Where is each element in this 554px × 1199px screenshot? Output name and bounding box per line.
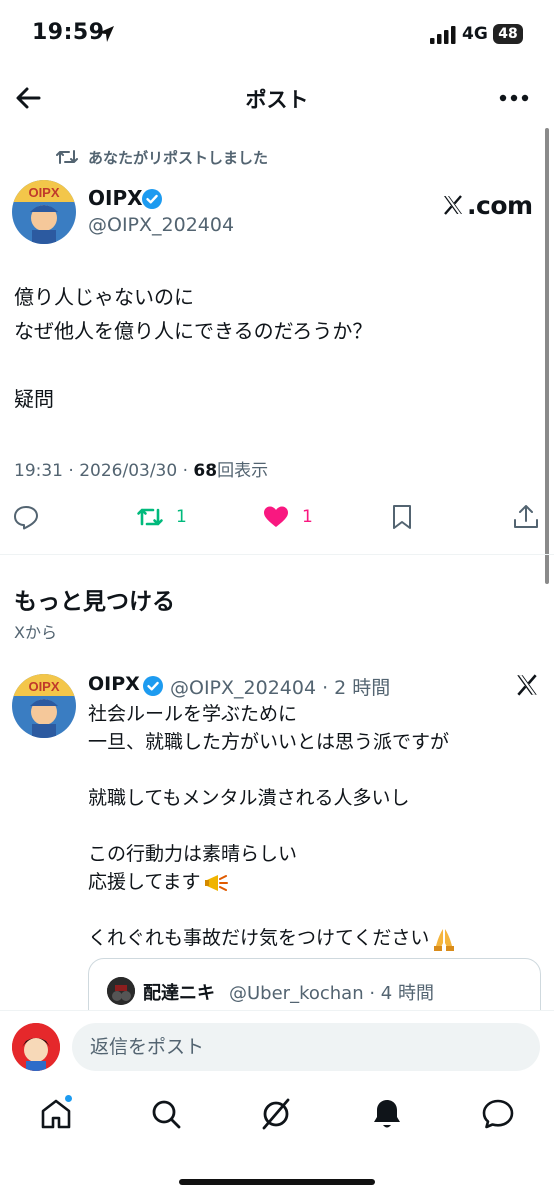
source-badge-text: . bbox=[467, 190, 477, 220]
divider bbox=[0, 554, 554, 555]
notifications-icon bbox=[374, 1100, 400, 1128]
feed-text-line: 一旦、就職した方がいいとは思う派ですが bbox=[88, 731, 450, 753]
tab-search[interactable] bbox=[148, 1096, 184, 1132]
feed-post-text: 社会ルールを学ぶために 一旦、就職した方がいいとは思う派ですが 就職してもメンタ… bbox=[88, 700, 528, 952]
share-button[interactable] bbox=[512, 500, 540, 534]
quoted-author-name: 配達ニキ bbox=[143, 983, 215, 1004]
tab-home[interactable] bbox=[38, 1094, 74, 1132]
grok-icon bbox=[262, 1098, 290, 1130]
repost-icon bbox=[56, 150, 78, 164]
feed-text-line: 社会ルールを学ぶために bbox=[88, 703, 298, 725]
like-button[interactable]: 1 bbox=[262, 500, 313, 534]
feed-text-line: くれぐれも事故だけ気をつけてください bbox=[88, 927, 430, 949]
heart-filled-icon bbox=[264, 506, 288, 527]
reply-composer: 返信をポスト bbox=[0, 1010, 554, 1080]
retweet-count: 1 bbox=[176, 507, 187, 527]
post-text-line: 億り人じゃないのに bbox=[14, 285, 194, 309]
discover-heading: もっと見つける bbox=[14, 589, 175, 615]
search-icon bbox=[152, 1100, 181, 1129]
bookmark-button[interactable] bbox=[388, 500, 416, 534]
author-avatar[interactable]: OIPX bbox=[12, 180, 76, 244]
network-type: 4G bbox=[462, 24, 488, 44]
retweet-icon bbox=[137, 508, 163, 526]
verified-badge-icon bbox=[142, 189, 162, 209]
tab-notifications[interactable] bbox=[369, 1096, 405, 1132]
x-logo-icon bbox=[517, 674, 537, 696]
post-actions: 1 1 bbox=[0, 500, 554, 534]
my-avatar[interactable] bbox=[12, 1023, 60, 1071]
svg-text:OIPX: OIPX bbox=[28, 679, 59, 694]
megaphone-emoji-icon bbox=[205, 874, 229, 891]
feed-author-name[interactable]: OIPX bbox=[88, 673, 140, 695]
new-content-dot bbox=[64, 1094, 73, 1103]
messages-icon bbox=[482, 1099, 514, 1129]
view-count-label: 回表示 bbox=[217, 461, 269, 481]
location-arrow-icon bbox=[98, 26, 114, 42]
source-badge: . com bbox=[441, 188, 533, 222]
reply-button[interactable] bbox=[12, 500, 40, 534]
feed-author-avatar[interactable]: OIPX bbox=[12, 674, 76, 738]
reply-input[interactable]: 返信をポスト bbox=[72, 1023, 540, 1071]
feed-author-handle-time[interactable]: @OIPX_202404 · 2 時間 bbox=[170, 673, 390, 700]
feed-text-line: 応援してます bbox=[88, 871, 201, 893]
post-timestamp: 19:31 · 2026/03/30 · bbox=[14, 461, 194, 481]
signal-icon bbox=[430, 26, 456, 44]
retweet-button[interactable]: 1 bbox=[136, 500, 187, 534]
bookmark-icon bbox=[393, 505, 411, 529]
repost-notice-text: あなたがリポストしました bbox=[88, 149, 269, 167]
view-count: 68 bbox=[193, 461, 218, 481]
status-time: 19:59 bbox=[32, 20, 105, 45]
more-options-icon[interactable] bbox=[498, 84, 530, 112]
share-icon bbox=[514, 505, 538, 528]
battery-indicator: 48 bbox=[493, 24, 523, 44]
discover-subheading: Xから bbox=[14, 623, 57, 642]
quoted-author-avatar bbox=[107, 977, 135, 1005]
home-indicator[interactable] bbox=[179, 1179, 375, 1185]
feed-text-line: 就職してもメンタル潰される人多いし bbox=[88, 787, 410, 809]
tab-messages[interactable] bbox=[480, 1096, 516, 1132]
verified-badge-icon bbox=[143, 676, 163, 696]
like-count: 1 bbox=[302, 507, 313, 527]
page-title: ポスト bbox=[245, 88, 309, 112]
reply-icon bbox=[14, 506, 38, 530]
quoted-author-handle-time: @Uber_kochan · 4 時間 bbox=[229, 983, 434, 1004]
post-text-line: なぜ他人を億り人にできるのだろうか？ bbox=[14, 319, 373, 343]
post-text: 億り人じゃないのに なぜ他人を億り人にできるのだろうか？ 疑問 bbox=[14, 280, 534, 416]
source-badge-domain: com bbox=[476, 190, 533, 220]
feed-text-line: この行動力は素晴らしい bbox=[88, 843, 298, 865]
folded-hands-emoji-icon bbox=[434, 928, 455, 951]
post-text-line: 疑問 bbox=[14, 387, 54, 411]
tab-grok[interactable] bbox=[258, 1096, 294, 1132]
author-name[interactable]: OIPX bbox=[88, 186, 143, 210]
post-metadata: 19:31 · 2026/03/30 · 68回表示 bbox=[14, 456, 268, 481]
author-handle[interactable]: @OIPX_202404 bbox=[88, 214, 234, 236]
status-bar: 19:59 4G 48 bbox=[0, 0, 554, 70]
svg-text:OIPX: OIPX bbox=[28, 185, 59, 200]
x-logo-icon bbox=[444, 195, 462, 215]
top-navigation: ポスト bbox=[0, 70, 554, 126]
